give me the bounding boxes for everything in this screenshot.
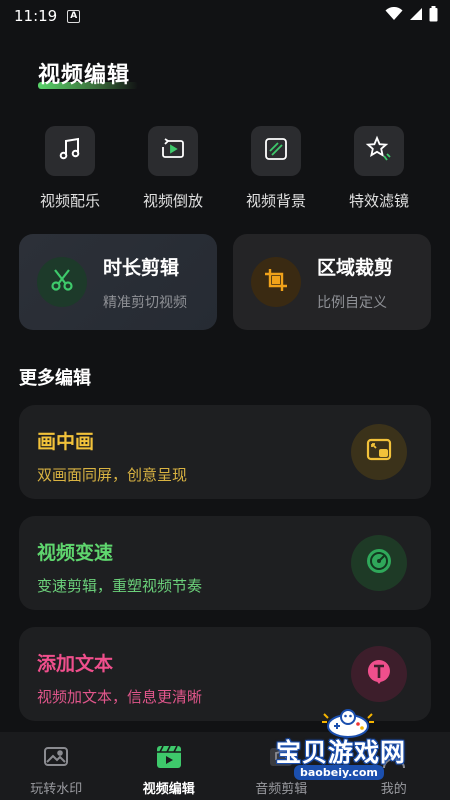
tool-video-music[interactable]: 视频配乐	[20, 126, 120, 211]
card-title: 时长剪辑	[103, 256, 180, 279]
tool-label: 视频背景	[245, 192, 306, 210]
music-note-icon	[57, 136, 83, 166]
watermark-image-icon	[41, 742, 71, 772]
card-icon-circle	[251, 257, 301, 307]
text-t-icon	[364, 657, 394, 691]
notification-a-icon: A	[67, 9, 81, 23]
tool-effect-filter-tile	[354, 126, 404, 176]
tool-label: 视频配乐	[39, 192, 100, 210]
card-subtitle: 比例自定义	[317, 294, 387, 311]
speedometer-icon	[364, 546, 394, 580]
clapperboard-icon	[154, 742, 184, 772]
card-title: 区域裁剪	[317, 256, 394, 279]
battery-icon	[429, 6, 438, 26]
background-icon	[263, 136, 289, 166]
card-duration-trim[interactable]: 时长剪辑 精准剪切视频	[19, 234, 217, 330]
wifi-icon	[385, 6, 403, 25]
scissors-icon	[49, 267, 75, 297]
tool-label: 特效滤镜	[348, 192, 409, 210]
picture-in-picture-icon	[365, 436, 393, 468]
card-area-crop[interactable]: 区域裁剪 比例自定义	[233, 234, 431, 330]
tool-effect-filter[interactable]: 特效滤镜	[329, 126, 429, 211]
tool-row: 视频配乐 视频倒放 视频背景 特效滤镜	[0, 126, 450, 216]
tab-watermark[interactable]: 玩转水印	[0, 732, 113, 800]
tab-video-edit[interactable]: 视频编辑	[113, 732, 226, 800]
tool-label: 视频倒放	[142, 192, 203, 210]
feature-picture-in-picture[interactable]: 画中画 双画面同屏，创意呈现	[19, 405, 431, 499]
feature-icon-circle	[351, 424, 407, 480]
tool-video-background-tile	[251, 126, 301, 176]
cell-signal-icon	[409, 7, 423, 25]
crop-icon	[263, 267, 289, 297]
watermark-text: 宝贝游戏网	[276, 738, 407, 767]
feature-icon-circle	[351, 535, 407, 591]
section-title-more: 更多编辑	[19, 368, 91, 389]
tool-video-reverse[interactable]: 视频倒放	[123, 126, 223, 211]
site-watermark: 宝贝游戏网 baobeiy.com	[272, 708, 422, 788]
feature-video-speed[interactable]: 视频变速 变速剪辑，重塑视频节奏	[19, 516, 431, 610]
tool-video-reverse-tile	[148, 126, 198, 176]
tab-label: 视频编辑	[142, 782, 195, 797]
card-icon-circle	[37, 257, 87, 307]
status-bar: 11:19 A	[0, 0, 450, 32]
star-filter-icon	[365, 135, 393, 167]
feature-icon-circle	[351, 646, 407, 702]
reverse-play-icon	[160, 136, 186, 166]
tab-label: 玩转水印	[30, 782, 83, 797]
status-time: 11:19	[14, 7, 58, 25]
tool-video-music-tile	[45, 126, 95, 176]
tool-video-background[interactable]: 视频背景	[226, 126, 326, 211]
watermark-url: baobeiy.com	[294, 765, 384, 780]
card-subtitle: 精准剪切视频	[103, 294, 187, 311]
page-title: 视频编辑	[38, 63, 131, 88]
feature-add-text[interactable]: 添加文本 视频加文本，信息更清晰	[19, 627, 431, 721]
